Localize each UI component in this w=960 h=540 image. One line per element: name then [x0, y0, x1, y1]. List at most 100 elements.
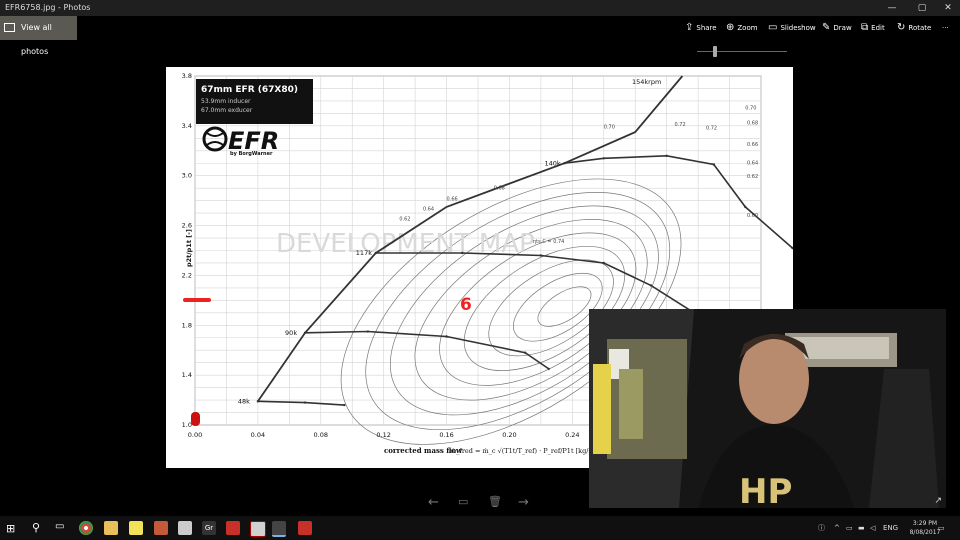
efficiency-label: 0.72 [706, 126, 717, 132]
speed-line-point [256, 400, 260, 403]
speed-line-point [366, 330, 370, 333]
file-explorer-icon[interactable] [104, 521, 118, 535]
draw-button[interactable]: ✎ Draw [822, 20, 852, 36]
rotate-icon: ↻ [897, 22, 906, 33]
x-tick-label: 0.04 [251, 431, 265, 439]
efficiency-label: 0.66 [747, 142, 758, 148]
sticky-notes-icon[interactable] [129, 521, 143, 535]
speed-line-point [523, 351, 527, 354]
paint-icon[interactable] [154, 521, 168, 535]
y-tick-label: 2.6 [182, 222, 192, 230]
zoom-button[interactable]: ⊕ Zoom [726, 20, 758, 36]
up-arrow-icon[interactable]: ^ [834, 516, 840, 540]
slideshow-button[interactable]: ▭ Slideshow [768, 20, 816, 36]
efficiency-labels: 0.62 0.64 0.66 0.68 0.70 0.72 ηts,C = 0.74 0.72… [399, 106, 758, 245]
app-red-icon[interactable] [226, 521, 240, 535]
svg-text:HP: HP [739, 472, 792, 508]
volume-icon[interactable]: ◁ [870, 516, 875, 540]
inducer-label: 53.9mm inducer [201, 98, 251, 105]
zoom-slider-thumb[interactable] [713, 46, 717, 57]
efficiency-label: 0.64 [423, 207, 434, 213]
efficiency-label: ηts,C = 0.74 [533, 239, 564, 245]
edit-button[interactable]: ⧉ Edit [861, 20, 885, 36]
help-icon[interactable]: ⓘ [818, 516, 825, 540]
y-tick-label: 2.2 [182, 271, 192, 279]
slideshow-icon: ▭ [768, 22, 778, 33]
speed-line-point [602, 157, 605, 160]
speed-line-point [445, 335, 448, 338]
share-icon: ⇪ [685, 22, 694, 33]
y-tick-label: 3.8 [182, 72, 192, 80]
close-icon[interactable]: ✕ [936, 0, 960, 16]
x-tick-label: 0.00 [188, 431, 202, 439]
efficiency-label: 0.62 [747, 174, 758, 180]
speed-line [257, 400, 345, 406]
y-axis-label: p2t/p1t [-] [185, 229, 193, 267]
webcam-image: HP [589, 309, 946, 508]
previous-photo-button[interactable]: ← [428, 495, 439, 510]
chrome-icon[interactable] [79, 521, 93, 535]
speed-line-point [461, 251, 464, 255]
speed-line [564, 154, 793, 249]
window-title: EFR6758.jpg - Photos [5, 3, 91, 12]
speed-line-point [303, 331, 307, 334]
speed-line-label: 90k [285, 329, 297, 337]
red-marker-blob [191, 412, 200, 426]
notifications-icon[interactable]: ▭ [938, 516, 945, 540]
speed-line-label: 154krpm [632, 78, 661, 86]
battery-icon[interactable]: ▬ [858, 516, 865, 540]
rotate-button[interactable]: ↻ Rotate [897, 20, 931, 36]
network-icon[interactable]: ▭ [846, 516, 853, 540]
app-m-icon[interactable] [250, 521, 266, 537]
speed-line-label: 117k [356, 249, 372, 257]
red-annotation: 6 [460, 295, 472, 315]
y-tick-label: 3.0 [182, 172, 192, 180]
efficiency-label: 0.68 [494, 185, 505, 191]
search-icon[interactable]: ⚲ [32, 521, 40, 534]
gallery-icon [4, 23, 15, 32]
language-indicator[interactable]: ENG [883, 516, 898, 540]
efficiency-label: 0.60 [747, 213, 758, 219]
webcam-overlay: HP ↗ [589, 309, 946, 508]
speed-line-point [343, 403, 346, 407]
speed-line-point [374, 251, 378, 255]
x-tick-label: 0.08 [314, 431, 328, 439]
efficiency-label: 0.68 [747, 121, 758, 127]
speed-line-point [563, 162, 566, 165]
start-icon[interactable]: ⊞ [6, 522, 15, 535]
info-button[interactable]: ▭ [458, 495, 468, 508]
expand-icon[interactable]: ↗ [934, 496, 942, 506]
draw-icon: ✎ [822, 22, 831, 33]
keyboard-icon[interactable] [178, 521, 192, 535]
title-bar: EFR6758.jpg - Photos — ▢ ✕ [0, 0, 960, 16]
y-tick-label: 1.8 [182, 321, 192, 329]
delete-button[interactable]: 🗑 [488, 495, 502, 508]
zoom-icon: ⊕ [726, 22, 735, 33]
share-button[interactable]: ⇪ Share [685, 20, 717, 36]
x-tick-label: 0.20 [502, 431, 516, 439]
speed-line-point [539, 254, 543, 257]
next-photo-button[interactable]: → [518, 495, 529, 510]
view-all-photos-button[interactable]: View all photos [0, 16, 77, 56]
y-tick-label: 3.4 [182, 122, 192, 130]
photos-icon[interactable] [272, 521, 286, 537]
maximize-icon[interactable]: ▢ [910, 0, 934, 16]
speed-line-point [547, 367, 550, 371]
efficiency-label: 0.72 [675, 122, 686, 128]
efficiency-label: 0.70 [745, 106, 756, 112]
x-tick-label: 0.16 [439, 431, 453, 439]
red-marker-dash [183, 298, 211, 302]
app-red2-icon[interactable] [298, 521, 312, 535]
app-gr-icon[interactable]: Gr [202, 521, 216, 535]
task-view-icon[interactable]: ▭ [55, 521, 64, 532]
more-button[interactable]: ··· [942, 20, 949, 36]
speed-line-point [649, 284, 653, 287]
minimize-icon[interactable]: — [880, 0, 904, 16]
speed-line-label: 48k [238, 397, 250, 405]
zoom-slider-track[interactable] [697, 51, 787, 52]
exducer-label: 67.0mm exducer [201, 107, 253, 114]
speed-line-point [744, 205, 747, 209]
efficiency-label: 0.70 [604, 124, 615, 130]
efficiency-label: 0.62 [399, 217, 410, 223]
x-axis-formula: ṁ_fred = ṁ_c √(T1t/T_ref) · P_ref/P1t [k… [450, 447, 594, 455]
